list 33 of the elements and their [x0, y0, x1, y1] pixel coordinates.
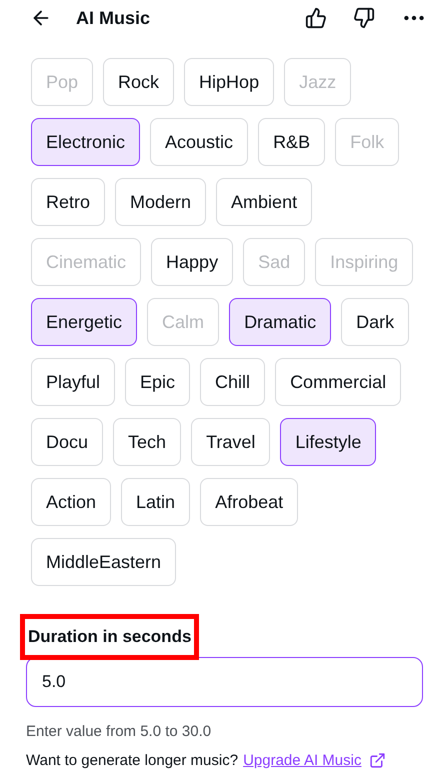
thumbs-down-icon[interactable] [353, 7, 375, 29]
style-chip[interactable]: Electronic [31, 118, 140, 166]
style-chip[interactable]: Afrobeat [200, 478, 298, 526]
style-chip[interactable]: Latin [121, 478, 190, 526]
hint-text: Enter value from 5.0 to 30.0 [26, 722, 212, 742]
style-chip[interactable]: Epic [125, 358, 190, 406]
upgrade-link[interactable]: Upgrade AI Music [243, 750, 362, 769]
page-title: AI Music [76, 6, 150, 30]
style-chip[interactable]: MiddleEastern [31, 538, 176, 586]
style-chip[interactable]: Travel [191, 418, 270, 466]
style-chip[interactable]: Tech [113, 418, 182, 466]
style-chip[interactable]: Acoustic [150, 118, 248, 166]
style-chip[interactable]: Docu [31, 418, 104, 466]
style-chip[interactable]: Dark [341, 298, 410, 346]
style-chip[interactable]: Modern [115, 178, 206, 226]
style-chip[interactable]: Lifestyle [280, 418, 376, 466]
style-chip[interactable]: R&B [258, 118, 326, 166]
thumbs-up-icon[interactable] [305, 7, 327, 29]
style-chip[interactable]: Playful [31, 358, 116, 406]
external-link-icon [369, 752, 386, 769]
duration-input[interactable]: 5.0 [26, 657, 423, 707]
style-chip[interactable]: HipHop [184, 58, 274, 106]
style-chip[interactable]: Dramatic [229, 298, 332, 346]
upsell-text: Want to generate longer music? [26, 750, 238, 769]
style-chip[interactable]: Action [31, 478, 112, 526]
style-chip[interactable]: Energetic [31, 298, 138, 346]
field-label: Duration in seconds [28, 627, 192, 646]
style-chip[interactable]: Chill [200, 358, 266, 406]
style-chip[interactable]: Commercial [275, 358, 402, 406]
style-chip[interactable]: Ambient [216, 178, 312, 226]
style-chip[interactable]: Happy [151, 238, 234, 286]
style-chip[interactable]: Retro [31, 178, 106, 226]
style-chip[interactable]: Rock [103, 58, 174, 106]
